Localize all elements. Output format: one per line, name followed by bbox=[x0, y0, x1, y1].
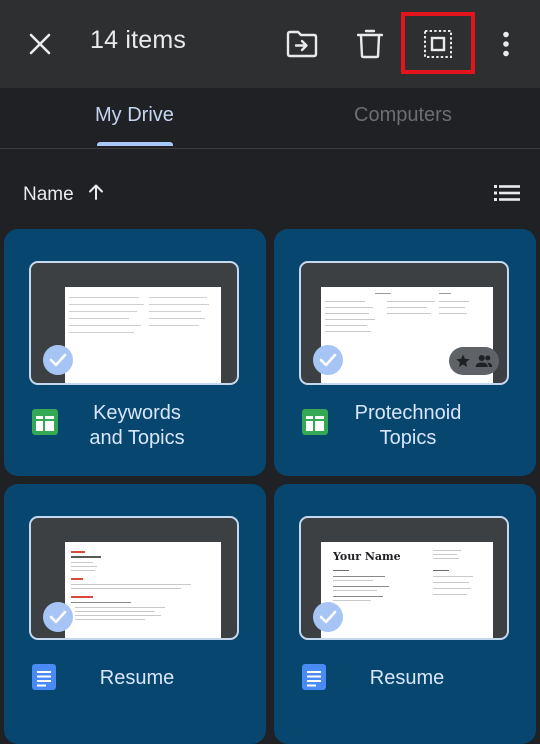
checkmark-icon bbox=[319, 610, 337, 624]
drive-tabs: My Drive Computers bbox=[0, 88, 540, 149]
file-name: Resume bbox=[99, 667, 175, 689]
file-thumbnail bbox=[29, 516, 239, 640]
move-button[interactable] bbox=[284, 26, 320, 62]
list-view-button[interactable] bbox=[490, 178, 524, 208]
delete-icon bbox=[357, 29, 383, 59]
file-name: Keywords and Topics bbox=[89, 402, 185, 449]
file-name: Protechnoid Topics bbox=[354, 402, 462, 449]
sort-by-name-button[interactable]: Name bbox=[23, 183, 105, 206]
google-docs-icon bbox=[32, 664, 56, 695]
tab-computers[interactable]: Computers bbox=[354, 104, 452, 127]
selected-check bbox=[43, 602, 73, 632]
file-thumbnail bbox=[299, 261, 509, 385]
close-button[interactable] bbox=[22, 26, 58, 62]
checkmark-icon bbox=[49, 610, 67, 624]
sort-bar: Name bbox=[0, 170, 540, 218]
delete-button[interactable] bbox=[352, 26, 388, 62]
google-docs-icon bbox=[302, 664, 326, 695]
file-card-resume-2[interactable]: Your Name Resume bbox=[274, 484, 536, 744]
arrow-up-icon bbox=[88, 184, 103, 200]
file-thumbnail bbox=[29, 261, 239, 385]
google-sheets-icon bbox=[32, 409, 58, 440]
selected-check bbox=[313, 602, 343, 632]
star-icon bbox=[456, 354, 470, 367]
google-sheets-icon bbox=[302, 409, 328, 440]
active-tab-indicator bbox=[97, 142, 173, 146]
file-card-resume[interactable]: Resume bbox=[4, 484, 266, 744]
selection-toolbar: 14 items bbox=[0, 0, 540, 88]
doc-preview bbox=[65, 542, 221, 638]
checkmark-icon bbox=[49, 353, 67, 367]
tab-my-drive[interactable]: My Drive bbox=[95, 104, 174, 127]
doc-preview: Your Name bbox=[321, 542, 493, 638]
selection-count: 14 items bbox=[90, 26, 187, 54]
close-icon bbox=[29, 33, 51, 55]
selected-check bbox=[43, 345, 73, 375]
more-options-button[interactable] bbox=[490, 26, 522, 62]
annotation-highlight-box bbox=[401, 12, 475, 74]
file-name: Resume bbox=[369, 667, 445, 689]
file-card-protechnoid-topics[interactable]: Protechnoid Topics bbox=[274, 229, 536, 476]
move-to-folder-icon bbox=[286, 30, 318, 58]
checkmark-icon bbox=[319, 353, 337, 367]
shared-people-icon bbox=[475, 355, 493, 367]
resume-name-heading: Your Name bbox=[333, 550, 401, 563]
list-view-icon bbox=[494, 185, 520, 201]
sheet-preview bbox=[65, 287, 221, 383]
sort-label: Name bbox=[23, 184, 74, 205]
file-card-keywords-and-topics[interactable]: Keywords and Topics bbox=[4, 229, 266, 476]
file-badges bbox=[449, 347, 499, 375]
selected-check bbox=[313, 345, 343, 375]
more-vert-icon bbox=[503, 31, 509, 57]
file-thumbnail: Your Name bbox=[299, 516, 509, 640]
